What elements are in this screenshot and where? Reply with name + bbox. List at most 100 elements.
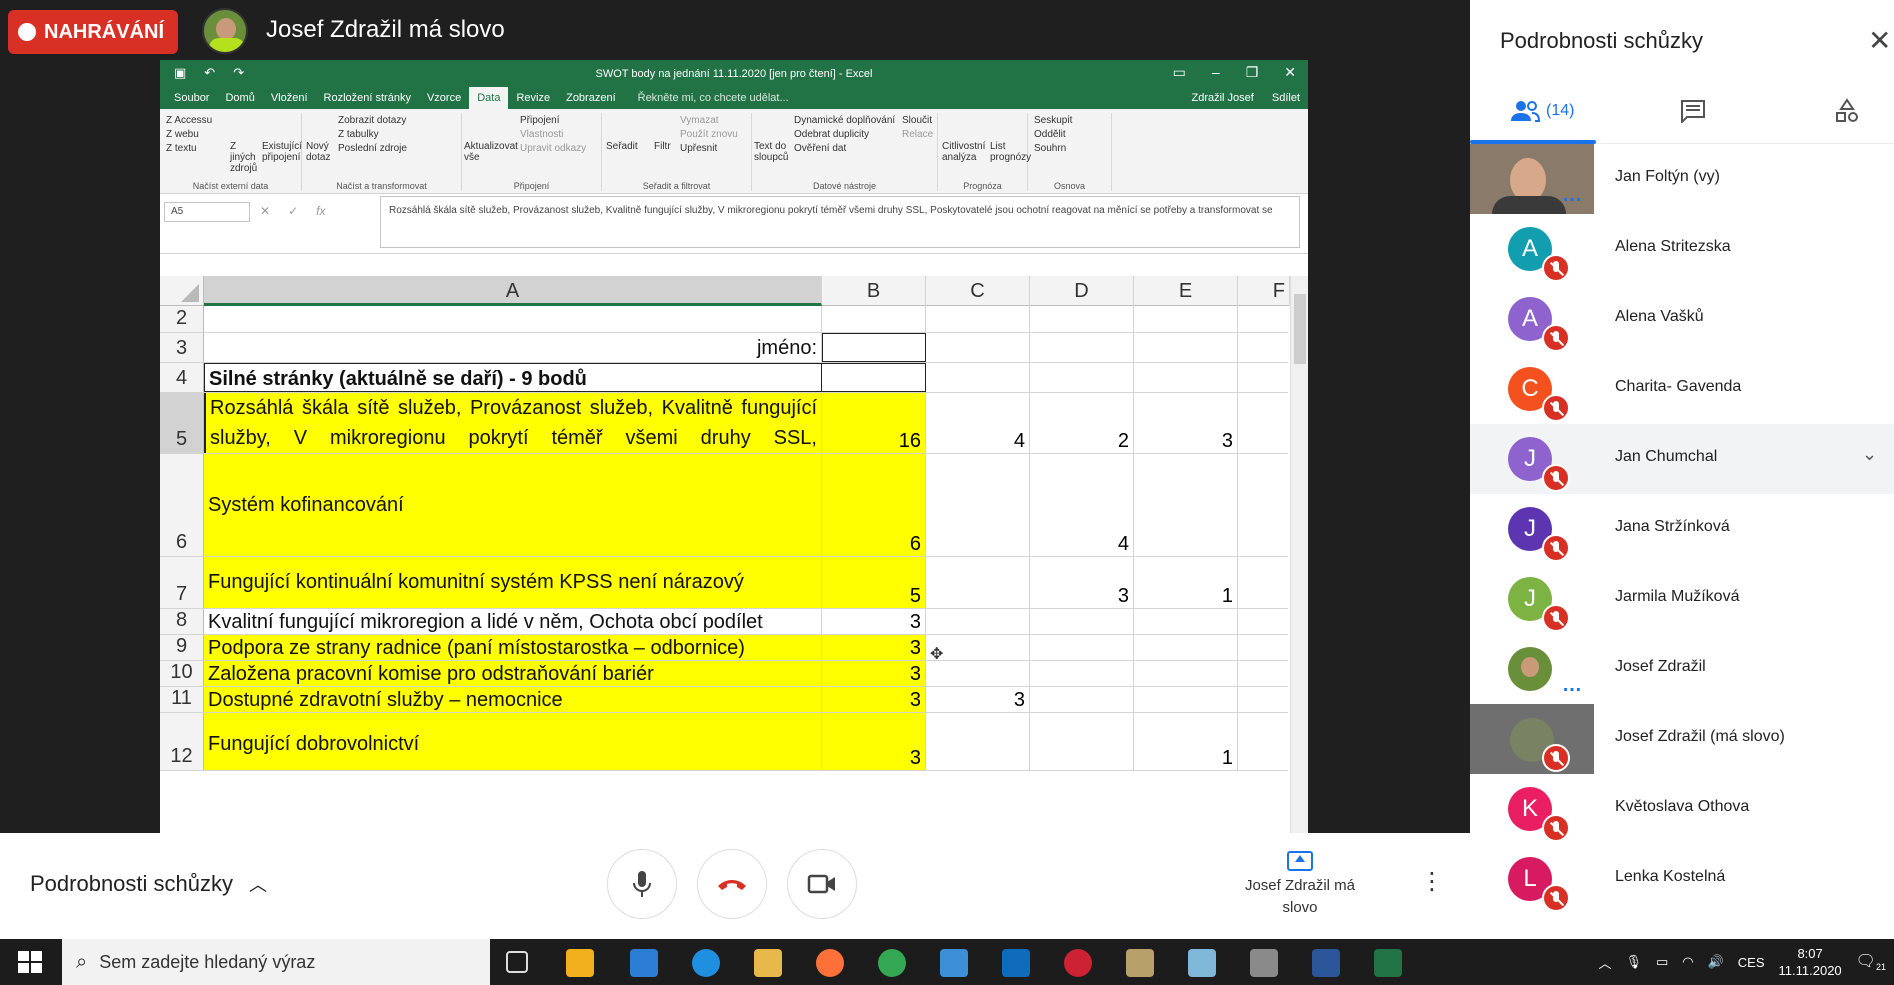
calculator-icon[interactable] xyxy=(1250,949,1278,977)
cell-b[interactable]: 3 xyxy=(822,687,926,712)
reapply-button[interactable]: Použít znovu xyxy=(680,129,738,140)
refresh-all-button[interactable]: Aktualizovat vše xyxy=(464,141,518,163)
more-options-icon[interactable]: ⋮ xyxy=(1420,870,1444,894)
close-icon[interactable]: ✕ xyxy=(1284,64,1296,81)
firefox-icon[interactable] xyxy=(816,949,844,977)
cell-d[interactable]: 4 xyxy=(1030,454,1134,556)
properties-button[interactable]: Vlastnosti xyxy=(520,129,563,140)
cancel-icon[interactable]: ✕ xyxy=(260,204,270,218)
subtotal-button[interactable]: Souhrn xyxy=(1034,143,1066,154)
menu-zobrazeni[interactable]: Zobrazení xyxy=(558,87,624,109)
from-web-button[interactable]: Z webu xyxy=(166,129,199,140)
row-header[interactable]: 10 xyxy=(160,661,204,686)
word-icon[interactable] xyxy=(1312,949,1340,977)
connections-button[interactable]: Připojení xyxy=(520,115,559,126)
cell-b[interactable] xyxy=(822,333,926,362)
volume-icon[interactable]: 🔊 xyxy=(1708,954,1724,970)
cell-c[interactable] xyxy=(926,661,1030,686)
cell-e[interactable] xyxy=(1134,687,1238,712)
other-sources-button[interactable]: Z jiných zdrojů xyxy=(230,141,260,174)
select-all-corner[interactable] xyxy=(160,276,204,306)
participant-item[interactable]: A Alena Stritezska xyxy=(1470,214,1894,284)
cell-e[interactable] xyxy=(1134,454,1238,556)
row-header[interactable]: 5 xyxy=(160,393,204,453)
cell-c[interactable] xyxy=(926,609,1030,634)
close-panel-icon[interactable]: ✕ xyxy=(1868,24,1891,57)
existing-connections-button[interactable]: Existující připojení xyxy=(262,141,302,163)
sort-button[interactable]: Seřadit xyxy=(606,141,638,152)
cell-c[interactable] xyxy=(926,306,1030,332)
menu-data[interactable]: Data xyxy=(469,87,509,109)
menu-soubor[interactable]: Soubor xyxy=(166,87,217,109)
forecast-sheet-button[interactable]: List prognózy xyxy=(990,141,1031,163)
cell-a[interactable]: Fungující dobrovolnictví xyxy=(204,713,822,770)
filter-button[interactable]: Filtr xyxy=(654,141,671,152)
microphone-tray-icon[interactable]: 🎙 xyxy=(1625,954,1642,970)
chrome-icon[interactable] xyxy=(878,949,906,977)
row-header[interactable]: 11 xyxy=(160,687,204,712)
cell-e[interactable]: 3 xyxy=(1134,393,1238,453)
notification-icon[interactable]: 🗨21 xyxy=(1856,951,1886,972)
fx-icon[interactable]: fx xyxy=(316,204,325,218)
microphone-button[interactable] xyxy=(607,849,677,919)
cell-d[interactable] xyxy=(1030,609,1134,634)
vertical-scrollbar[interactable] xyxy=(1290,276,1308,833)
ribbon-options-icon[interactable]: ▭ xyxy=(1173,64,1186,81)
cell-a[interactable]: Fungující kontinuální komunitní systém K… xyxy=(204,557,822,608)
cell-c[interactable]: 4 xyxy=(926,393,1030,453)
battery-icon[interactable]: ▭ xyxy=(1656,954,1668,970)
cell-d[interactable] xyxy=(1030,687,1134,712)
data-validation-button[interactable]: Ověření dat xyxy=(794,143,846,154)
cell-a[interactable]: Silné stránky (aktuálně se daří) - 9 bod… xyxy=(204,363,822,392)
hang-up-button[interactable] xyxy=(697,849,767,919)
participant-item[interactable]: L Lenka Kostelná xyxy=(1470,844,1894,914)
tab-activities[interactable] xyxy=(1834,96,1860,126)
cell-b[interactable]: 3 xyxy=(822,661,926,686)
snipping-tool-icon[interactable] xyxy=(1064,949,1092,977)
participant-item[interactable]: … Josef Zdražil xyxy=(1470,634,1894,704)
cell-a[interactable]: Systém kofinancování xyxy=(204,454,822,556)
share-button[interactable]: Sdílet xyxy=(1264,87,1308,109)
cell-b[interactable]: 3 xyxy=(822,635,926,660)
present-now-button[interactable]: Josef Zdražil má slovo xyxy=(1240,851,1360,919)
tab-people[interactable]: (14) xyxy=(1510,96,1574,126)
cell-d[interactable]: 3 xyxy=(1030,557,1134,608)
cell-d[interactable] xyxy=(1030,713,1134,770)
column-header-a[interactable]: A xyxy=(204,276,822,306)
from-text-button[interactable]: Z textu xyxy=(166,143,197,154)
cell-a[interactable]: Rozsáhlá škála sítě služeb, Provázanost … xyxy=(204,393,822,453)
cell-e[interactable]: 1 xyxy=(1134,557,1238,608)
column-header-e[interactable]: E xyxy=(1134,276,1238,306)
camera-button[interactable] xyxy=(787,849,857,919)
edit-links-button[interactable]: Upravit odkazy xyxy=(520,143,586,154)
cell-a[interactable]: Dostupné zdravotní služby – nemocnice xyxy=(204,687,822,712)
expand-chevron-icon[interactable]: ⌄ xyxy=(1862,444,1877,465)
file-explorer-icon[interactable] xyxy=(754,949,782,977)
menu-rozlozeni[interactable]: Rozložení stránky xyxy=(316,87,419,109)
ungroup-button[interactable]: Oddělit xyxy=(1034,129,1066,140)
menu-revize[interactable]: Revize xyxy=(508,87,558,109)
menu-vzorce[interactable]: Vzorce xyxy=(419,87,469,109)
language-indicator[interactable]: CES xyxy=(1738,955,1765,970)
cell-e[interactable] xyxy=(1134,306,1238,332)
cell-e[interactable] xyxy=(1134,635,1238,660)
row-header[interactable]: 7 xyxy=(160,557,204,608)
participant-item[interactable]: … Jan Foltýn (vy) xyxy=(1470,144,1894,214)
column-header-d[interactable]: D xyxy=(1030,276,1134,306)
app-icon[interactable] xyxy=(630,949,658,977)
cell-d[interactable] xyxy=(1030,661,1134,686)
show-queries-button[interactable]: Zobrazit dotazy xyxy=(338,115,406,126)
windows-start-icon[interactable] xyxy=(18,951,42,973)
cell-a[interactable] xyxy=(204,306,822,332)
from-access-button[interactable]: Z Accessu xyxy=(166,115,212,126)
remove-duplicates-button[interactable]: Odebrat duplicity xyxy=(794,129,869,140)
participant-item[interactable]: C Charita- Gavenda xyxy=(1470,354,1894,424)
from-table-button[interactable]: Z tabulky xyxy=(338,129,379,140)
column-header-b[interactable]: B xyxy=(822,276,926,306)
tab-chat[interactable] xyxy=(1680,96,1706,126)
cell-d[interactable] xyxy=(1030,363,1134,392)
cell-b[interactable]: 3 xyxy=(822,609,926,634)
row-header[interactable]: 9 xyxy=(160,635,204,660)
cell-e[interactable]: 1 xyxy=(1134,713,1238,770)
taskbar-search[interactable]: ⌕ Sem zadejte hledaný výraz xyxy=(62,939,490,985)
